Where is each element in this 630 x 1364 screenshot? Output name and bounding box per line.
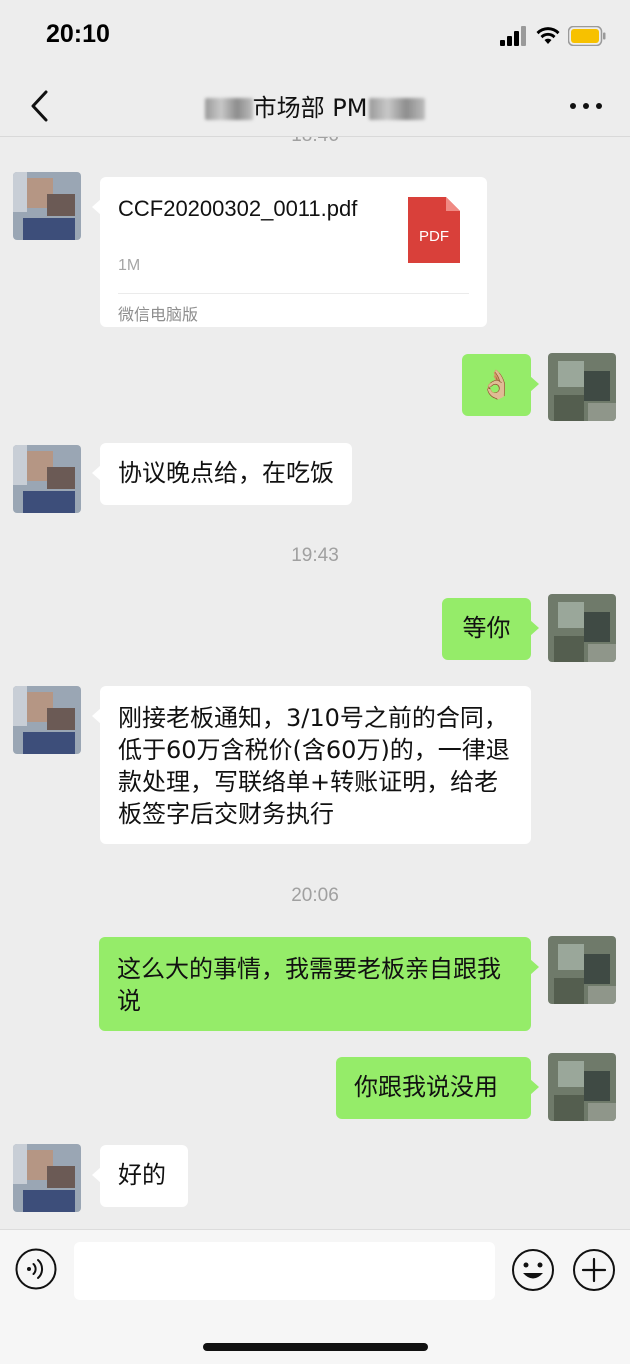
avatar-self[interactable] [548,353,616,421]
message-bubble-outgoing[interactable]: 等你 [442,598,539,660]
chat-title-text: 市场部 PM [252,94,368,122]
message-bubble-outgoing[interactable]: 你跟我说没用 [336,1057,539,1119]
message-input[interactable] [74,1242,495,1300]
signal-icon [500,26,528,46]
emoji-icon[interactable] [511,1248,555,1292]
file-name: CCF20200302_0011.pdf [118,196,358,221]
message-bubble-outgoing[interactable]: 这么大的事情，我需要老板亲自跟我说 [99,937,539,1031]
input-bar [0,1229,630,1364]
chat-header: 市场部 PM [0,78,630,137]
message-bubble-incoming[interactable]: 刚接老板通知，3/10号之前的合同，低于60万含税价(含60万)的，一律退款处理… [92,686,531,844]
message-bubble-incoming[interactable]: 协议晚点给，在吃饭 [92,443,352,505]
battery-icon [568,26,606,46]
chat-title: 市场部 PM [0,88,630,123]
timestamp: 20:06 [291,885,339,906]
status-bar: 20:10 [0,0,630,78]
status-time: 20:10 [46,20,110,48]
message-bubble-incoming[interactable]: 好的 [92,1145,188,1207]
avatar-self[interactable] [548,1053,616,1121]
avatar-self[interactable] [548,936,616,1004]
file-size: 1M [118,257,141,274]
plus-icon[interactable] [572,1248,616,1292]
pdf-badge-text: PDF [419,228,449,245]
timestamp: 18:46 [0,137,630,147]
message-list: 18:46 CCF20200302_0011.pdf 1M PDF 微信电脑版 … [0,137,630,1229]
file-message[interactable]: CCF20200302_0011.pdf 1M PDF 微信电脑版 [92,177,487,327]
redacted-mark [204,98,253,120]
avatar-contact[interactable] [13,445,81,513]
redacted-mark [369,98,426,120]
voice-icon[interactable] [15,1248,57,1290]
more-dots-icon[interactable] [570,100,602,112]
timestamp: 19:43 [291,545,339,566]
wifi-icon [536,27,560,44]
avatar-contact[interactable] [13,172,81,240]
file-source: 微信电脑版 [118,305,199,324]
home-indicator [203,1343,428,1351]
divider [118,293,469,294]
avatar-contact[interactable] [13,686,81,754]
message-bubble-outgoing[interactable]: 👌🏼 [462,354,539,416]
avatar-contact[interactable] [13,1144,81,1212]
avatar-self[interactable] [548,594,616,662]
